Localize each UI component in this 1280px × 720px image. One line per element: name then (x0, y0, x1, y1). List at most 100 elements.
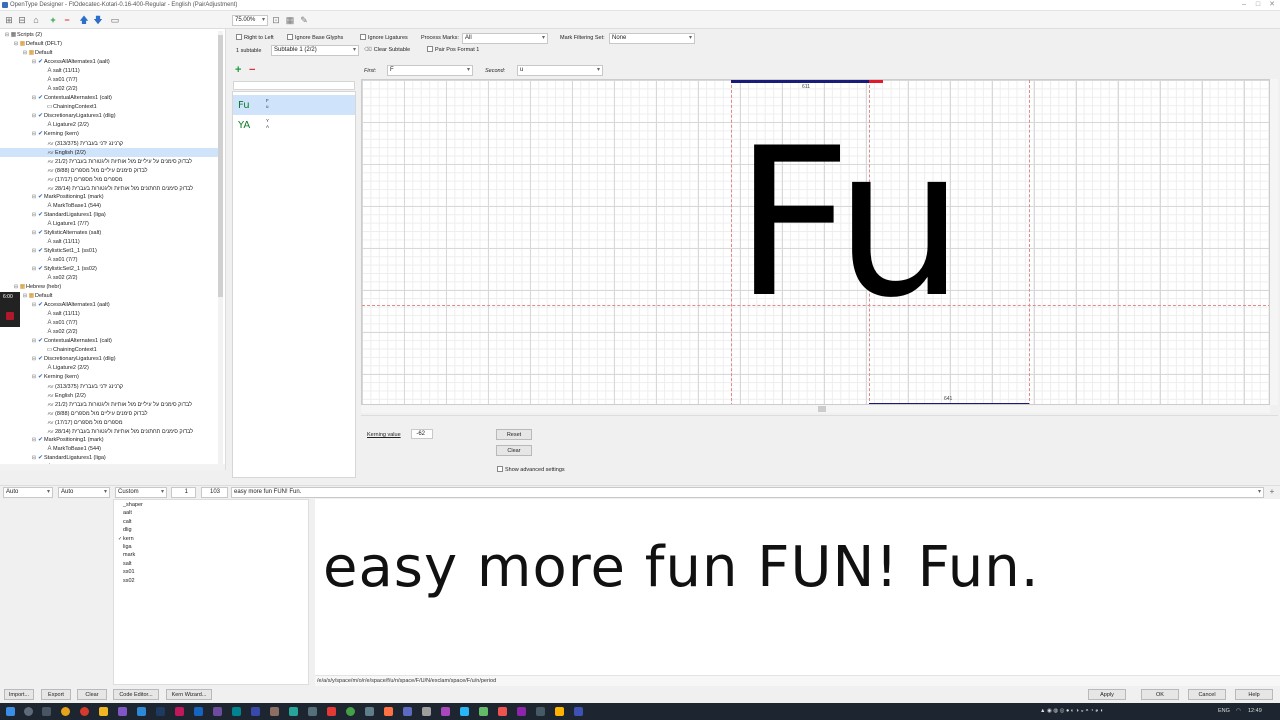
size-stepper[interactable]: 103 (201, 487, 228, 498)
tree-node[interactable]: A MarkToBase1 (544) (40, 202, 101, 211)
language-indicator[interactable]: ENG (1218, 708, 1230, 714)
clear-kern-button[interactable]: Clear (496, 445, 532, 456)
direction-select[interactable]: Auto (3, 487, 53, 498)
add-preview-icon[interactable]: + (1267, 487, 1277, 498)
start-icon[interactable] (6, 707, 15, 716)
tree-horizontal-scrollbar[interactable] (0, 464, 225, 470)
ok-button[interactable]: OK (1141, 689, 1179, 700)
tree-node[interactable]: Asalt (11/11) (40, 238, 79, 247)
feature-checkbox[interactable]: calt (118, 518, 132, 526)
add-icon[interactable]: + (47, 14, 59, 26)
ignore-ligatures-checkbox[interactable]: Ignore Ligatures (360, 34, 408, 41)
feature-checkbox[interactable]: salt (118, 560, 132, 568)
app-icon-grey[interactable] (365, 707, 374, 716)
app-icon-indigo[interactable] (251, 707, 260, 716)
tree-node[interactable]: ⊟ ▦Default (22, 49, 53, 58)
app-icon-lime[interactable] (479, 707, 488, 716)
clear-subtable-button[interactable]: ⌫ Clear Subtable (364, 47, 410, 53)
tree-node[interactable]: AV English (2/2) (0, 148, 218, 157)
tree-node[interactable]: AV לבדוק סימנים על עיליים מול אותיות וליג… (40, 157, 192, 166)
subtable-select[interactable]: Subtable 1 (2/2) (271, 45, 359, 56)
tree-node[interactable]: ⊟ ▦Scripts (2) (4, 31, 42, 40)
app-icon-red[interactable] (327, 707, 336, 716)
feature-checkbox[interactable]: ✓kern (118, 535, 134, 543)
zoom-fit-icon[interactable]: ⊡ (270, 14, 282, 26)
feature-checkbox[interactable]: liga (118, 543, 132, 551)
whatsapp-icon[interactable] (346, 707, 355, 716)
pair-item[interactable]: Fu Fu (233, 95, 355, 115)
code-editor-button[interactable]: Code Editor... (113, 689, 159, 700)
app-icon-amber[interactable] (555, 707, 564, 716)
import-button[interactable]: Import... (4, 689, 34, 700)
kerning-value-input[interactable]: -62 (411, 429, 433, 439)
zoom-select[interactable]: 75.00% (232, 15, 268, 26)
grid-icon[interactable]: ▦ (284, 14, 296, 26)
mark-filtering-select[interactable]: None (609, 33, 695, 44)
language-select[interactable]: Custom (115, 487, 167, 498)
app-icon-purple[interactable] (118, 707, 127, 716)
tree-node[interactable]: AV English (2/2) (40, 391, 86, 400)
feature-checkbox[interactable]: _shaper (118, 501, 143, 509)
first-glyph-select[interactable]: F (387, 65, 473, 76)
canvas-vertical-scrollbar[interactable] (1270, 79, 1278, 405)
wifi-icon[interactable]: ◠ (1236, 708, 1241, 714)
feature-checkbox[interactable]: ss01 (118, 568, 135, 576)
tree-node[interactable]: AV לבדוק סימנים עיליים מול מספרים (8/88) (40, 166, 148, 175)
tree-node[interactable]: ⊟ ✔StylisticAlternates (salt) (31, 229, 101, 238)
app-icon-magenta[interactable] (441, 707, 450, 716)
pair-item[interactable]: YA YA (233, 115, 355, 135)
remove-pair-icon[interactable]: − (249, 65, 255, 76)
chrome-icon[interactable] (61, 707, 70, 716)
tree-node[interactable]: Asalt (11/11) (40, 310, 79, 319)
app-icon-slate[interactable] (308, 707, 317, 716)
advanced-settings-checkbox[interactable]: Show advanced settings (497, 466, 565, 473)
tree-node[interactable]: ⊟ ▦Default (22, 292, 53, 301)
tree-scroll-thumb[interactable] (218, 35, 223, 297)
task-view-icon[interactable] (42, 707, 51, 716)
app-icon-sky[interactable] (460, 707, 469, 716)
feature-list[interactable]: _shaper aalt calt dlig ✓kern liga mark salt ss01… (113, 499, 309, 685)
app-icon-brown[interactable] (270, 707, 279, 716)
tree-node[interactable]: Ass01 (7/7) (40, 76, 77, 85)
tree-node[interactable]: ⊟ ✔Kerning (kern) (31, 373, 79, 382)
tree-node[interactable]: Ass01 (7/7) (40, 319, 77, 328)
feature-checkbox[interactable]: ss02 (118, 577, 135, 585)
tree-node[interactable]: ⊟ ✔MarkPositioning1 (mark) (31, 193, 104, 202)
tree-node[interactable]: AV לבדוק סימנים על עיליים מול אותיות וליג… (40, 400, 192, 409)
tree-scrollbar[interactable] (218, 31, 223, 468)
tree-node[interactable]: ⊟ ▦Default (DFLT) (13, 40, 62, 49)
close-button[interactable]: ✕ (1266, 1, 1278, 9)
ignore-base-glyphs-checkbox[interactable]: Ignore Base Glyphs (287, 34, 343, 41)
app-icon-blue[interactable] (403, 707, 412, 716)
feature-checkbox[interactable]: mark (118, 551, 135, 559)
tree-node[interactable]: ⊟ ✔StylisticSet1_1 (ss01) (31, 247, 97, 256)
app-icon-steel[interactable] (536, 707, 545, 716)
record-icon[interactable] (6, 312, 14, 320)
script-select[interactable]: Auto (58, 487, 110, 498)
vscode-icon[interactable] (137, 707, 146, 716)
building-icon[interactable]: ⌂ (30, 14, 42, 26)
down-arrow-icon[interactable]: 🡇 (92, 14, 104, 26)
apply-button[interactable]: Apply (1088, 689, 1126, 700)
app-icon-dark[interactable] (156, 707, 165, 716)
canvas-scroll-thumb[interactable] (818, 406, 826, 412)
cancel-button[interactable]: Cancel (1188, 689, 1226, 700)
tree-node[interactable]: ⊟ ✔AccessAllAlternates1 (aalt) (31, 58, 110, 67)
tree-node[interactable]: ⊟ ✔Kerning (kern) (31, 130, 79, 139)
tree-node[interactable]: A Ligature2 (2/2) (40, 121, 88, 130)
process-marks-select[interactable]: All (462, 33, 548, 44)
feature-tree[interactable]: ⊟ ▦Scripts (2) ⊟ ▦Default (DFLT) ⊟ ▦Default ⊟ ✔… (0, 29, 226, 470)
tree-node[interactable]: ⊟ ✔MarkPositioning1 (mark) (31, 436, 104, 445)
search-icon[interactable] (24, 707, 33, 716)
app-icon-teal[interactable] (232, 707, 241, 716)
tree-node[interactable]: A Ligature2 (2/2) (40, 364, 88, 373)
app-icon-rose[interactable] (498, 707, 507, 716)
kern-wizard-button[interactable]: Kern Wizard... (166, 689, 212, 700)
tree-node[interactable]: ⊟ ✔AccessAllAlternates1 (aalt) (31, 301, 110, 310)
app-icon-light[interactable] (422, 707, 431, 716)
app-icon-navy[interactable] (574, 707, 583, 716)
edit-icon[interactable]: ✎ (298, 14, 310, 26)
pair-list[interactable]: Fu Fu YA YA (232, 91, 356, 478)
tree-node[interactable]: ⊟ ▦Hebrew (hebr) (13, 283, 61, 292)
preview-text-input[interactable]: easy more fun FUN! Fun. (231, 487, 1264, 498)
